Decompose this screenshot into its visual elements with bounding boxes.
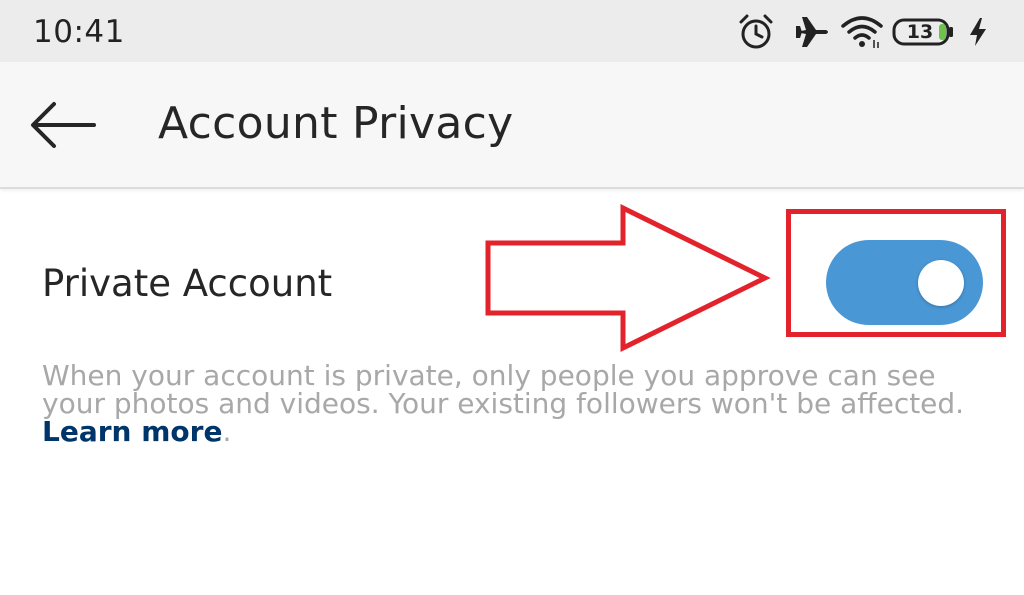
app-bar: Account Privacy: [0, 62, 1024, 189]
annotation-arrow: [485, 203, 771, 353]
charging-icon: [970, 18, 986, 46]
wifi-icon: [841, 16, 883, 48]
status-time: 10:41: [33, 14, 125, 50]
highlight-box: [786, 209, 1006, 337]
learn-more-link[interactable]: Learn more: [42, 415, 222, 448]
page-title: Account Privacy: [158, 98, 514, 149]
alarm-icon: [739, 14, 773, 49]
status-bar: 10:41 13: [0, 0, 1024, 62]
description-text: When your account is private, only peopl…: [42, 359, 965, 420]
battery-icon: 13: [892, 12, 956, 52]
battery-level: 13: [906, 21, 934, 43]
status-icons: 13: [736, 12, 1006, 52]
privacy-description: When your account is private, only peopl…: [42, 362, 992, 446]
private-account-label: Private Account: [42, 262, 333, 305]
airplane-icon: [796, 17, 828, 47]
back-button[interactable]: [22, 92, 102, 158]
back-arrow-icon: [31, 102, 96, 148]
description-suffix: .: [222, 415, 232, 448]
